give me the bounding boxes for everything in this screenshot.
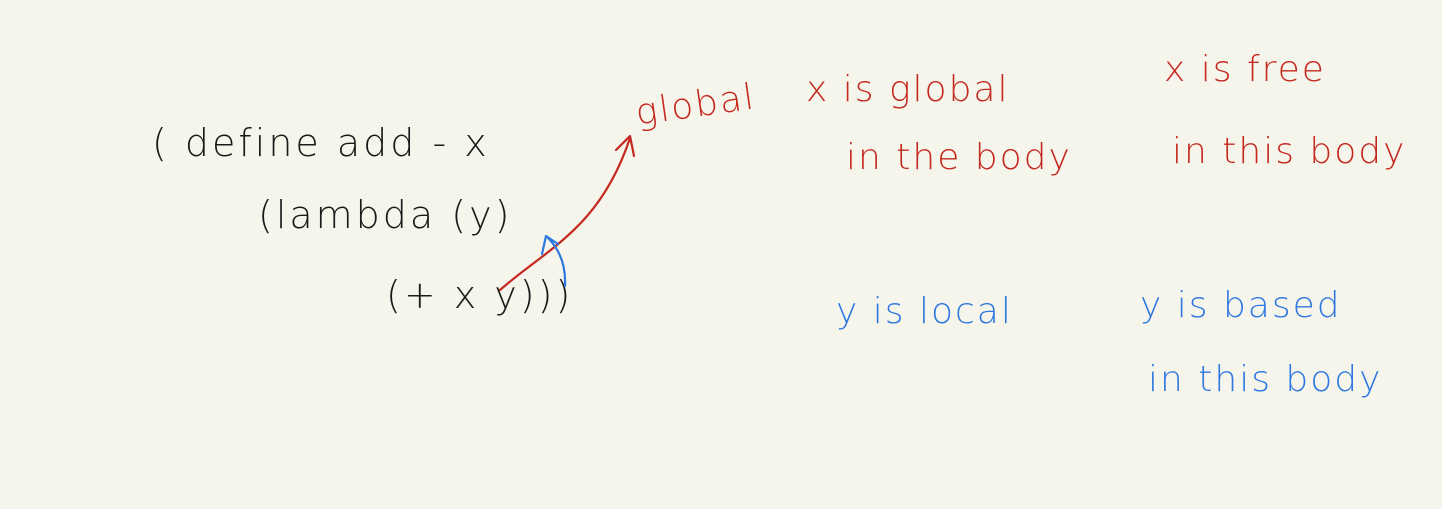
x-to-global-arrow — [498, 136, 632, 292]
whiteboard-canvas: ( define add - x (lambda (y) (+ x y))) g… — [0, 0, 1442, 509]
arrow-layer — [498, 134, 636, 292]
